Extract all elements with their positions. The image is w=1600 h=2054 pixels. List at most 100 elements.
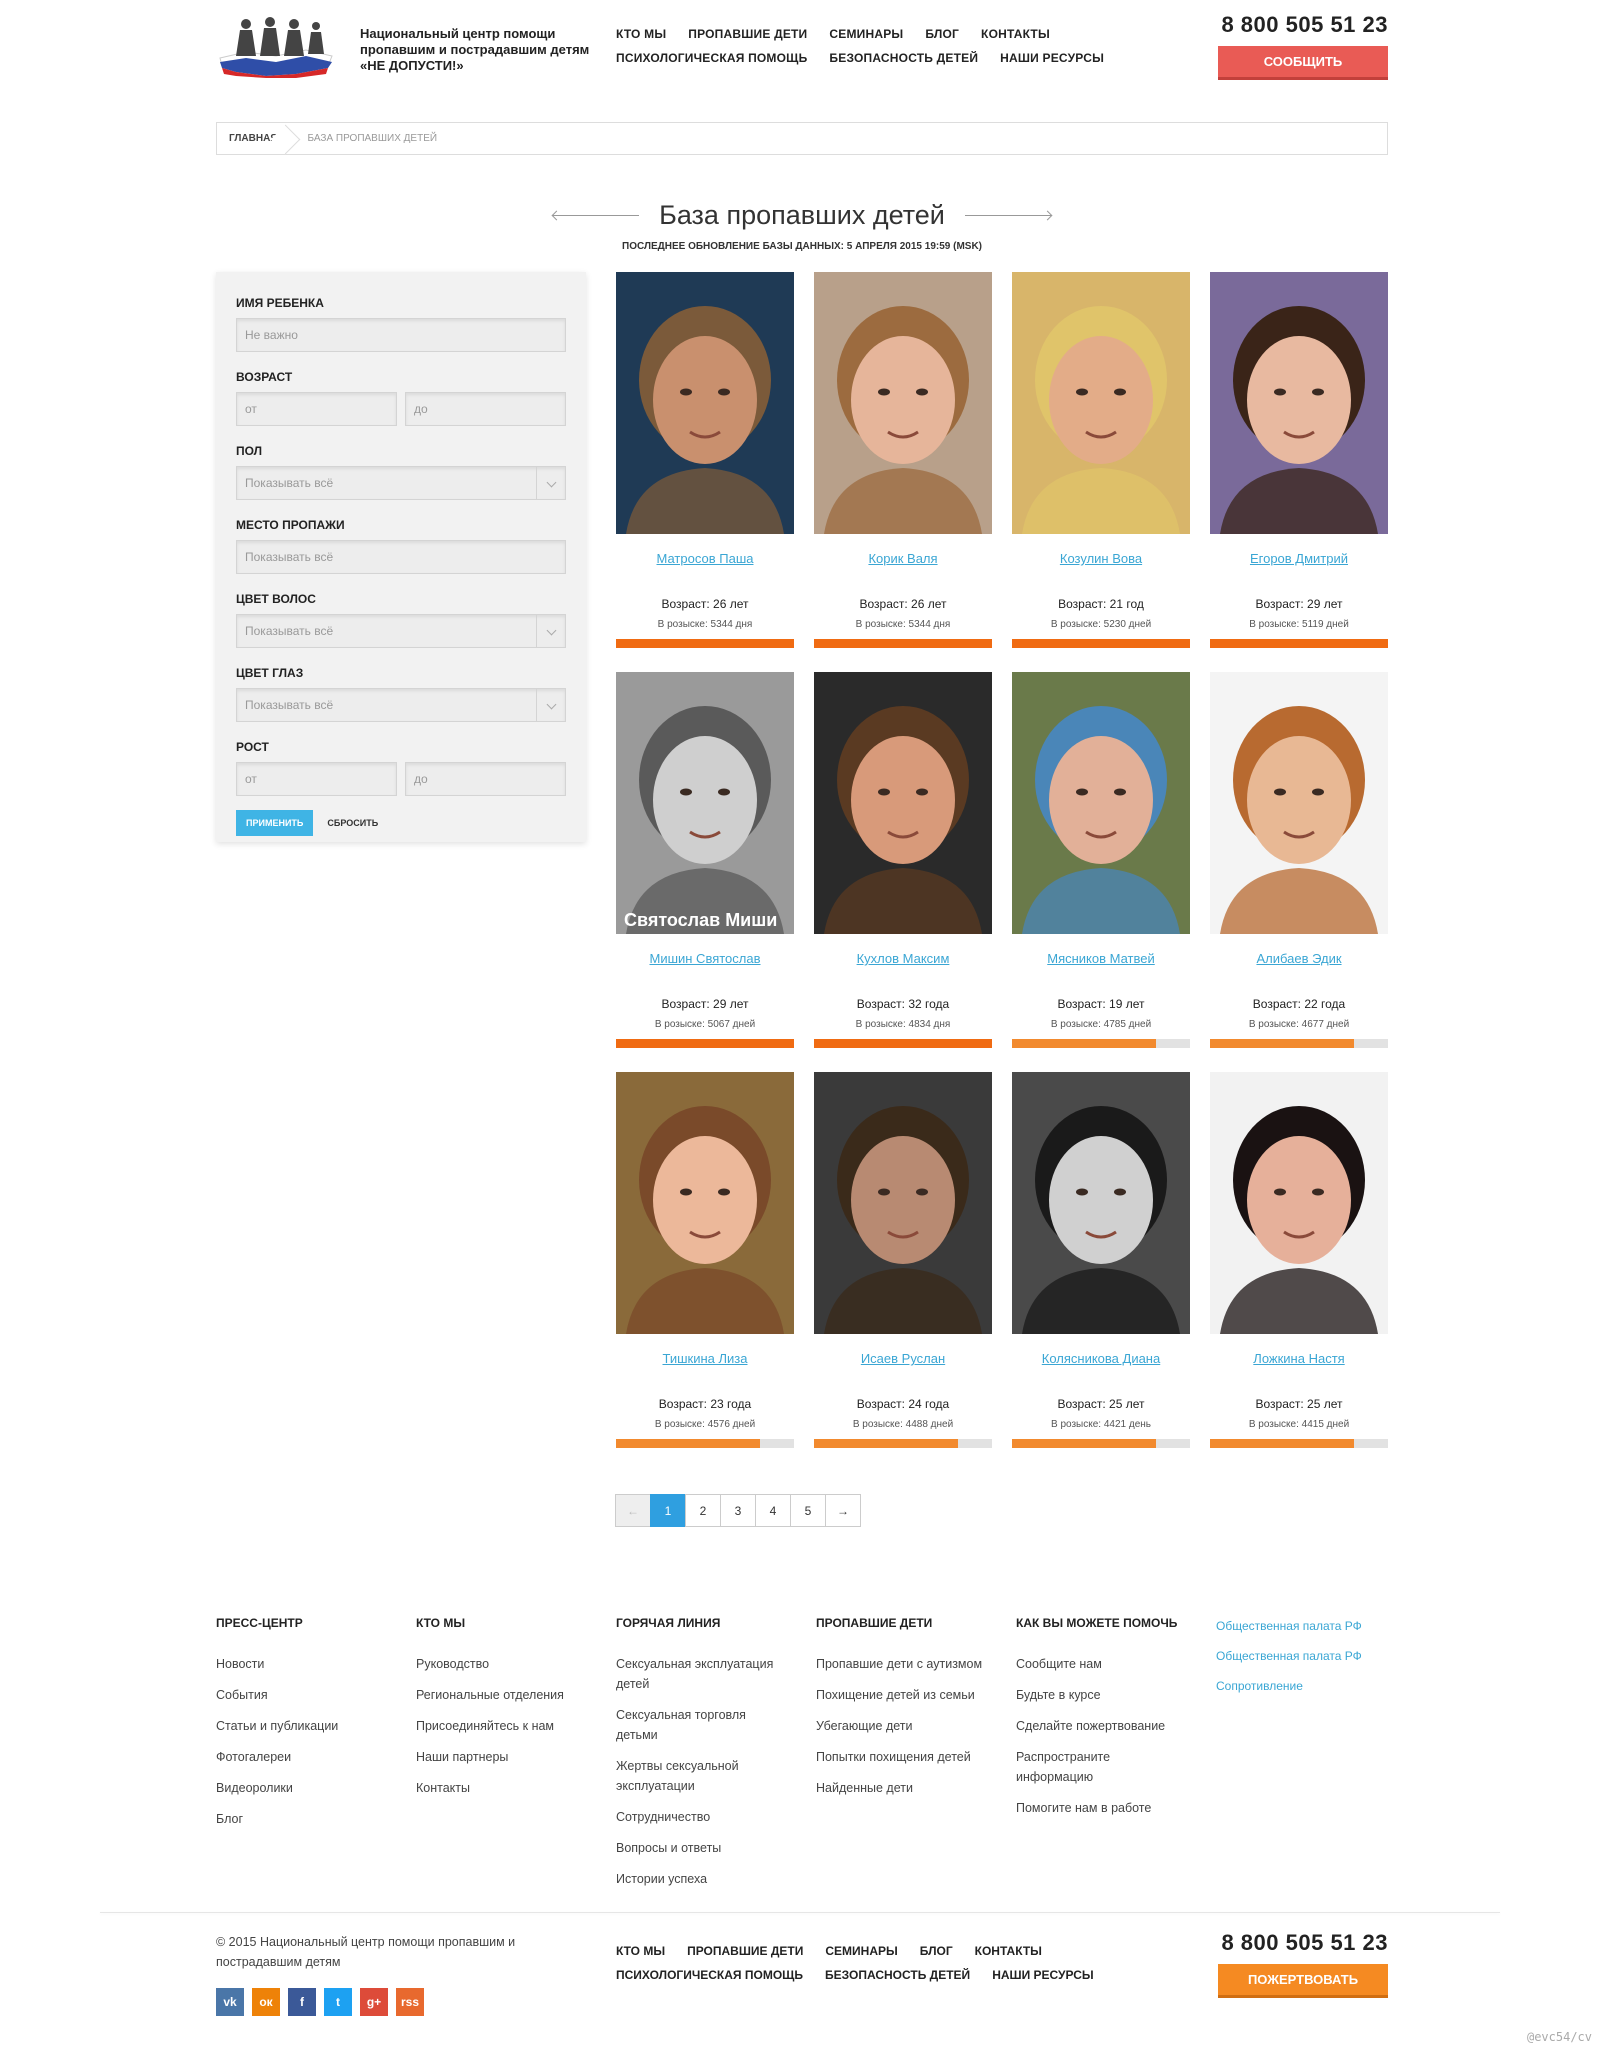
nav-seminars[interactable]: СЕМИНАРЫ — [829, 27, 903, 41]
pagination-page[interactable]: 3 — [720, 1494, 756, 1527]
breadcrumb-home[interactable]: ГЛАВНАЯ — [217, 123, 290, 154]
footer-link[interactable]: Сексуальная эксплуатация детей — [616, 1654, 786, 1694]
child-card[interactable]: Ложкина Настя Возраст: 25 лет В розыске: 4… — [1210, 1072, 1388, 1448]
child-photo[interactable] — [814, 672, 992, 934]
child-card[interactable]: Козулин Вова Возраст: 21 год В розыске: 52… — [1012, 272, 1190, 648]
nav-missing-children[interactable]: ПРОПАВШИЕ ДЕТИ — [687, 1944, 803, 1958]
nav-psychological-help[interactable]: ПСИХОЛОГИЧЕСКАЯ ПОМОЩЬ — [616, 51, 807, 65]
child-card[interactable]: Матросов Паша Возраст: 26 лет В розыске: 5… — [616, 272, 794, 648]
footer-link[interactable]: Блог — [216, 1809, 406, 1829]
child-name-link[interactable]: Матросов Паша — [616, 551, 794, 566]
child-name-input[interactable]: Не важно — [236, 318, 566, 352]
place-input[interactable]: Показывать всё — [236, 540, 566, 574]
footer-link[interactable]: Убегающие дети — [816, 1716, 996, 1736]
nav-missing-children[interactable]: ПРОПАВШИЕ ДЕТИ — [688, 27, 807, 41]
odnoklassniki-icon[interactable]: ок — [252, 1988, 280, 2016]
child-photo[interactable] — [616, 1072, 794, 1334]
footer-link[interactable]: Вопросы и ответы — [616, 1838, 786, 1858]
child-card[interactable]: Алибаев Эдик Возраст: 22 года В розыске: 4… — [1210, 672, 1388, 1048]
google-plus-icon[interactable]: g+ — [360, 1988, 388, 2016]
pagination-prev[interactable]: ← — [615, 1494, 651, 1527]
gender-select[interactable]: Показывать всё — [236, 466, 566, 500]
child-photo[interactable] — [814, 272, 992, 534]
nav-about[interactable]: КТО МЫ — [616, 1944, 665, 1958]
child-photo[interactable] — [1210, 672, 1388, 934]
child-card[interactable]: Кухлов Максим Возраст: 32 года В розыске: … — [814, 672, 992, 1048]
footer-link[interactable]: Фотогалереи — [216, 1747, 406, 1767]
height-from-input[interactable]: от — [236, 762, 397, 796]
footer-link[interactable]: Жертвы сексуальной эксплуатации — [616, 1756, 786, 1796]
child-photo[interactable] — [1012, 672, 1190, 934]
child-name-link[interactable]: Алибаев Эдик — [1210, 951, 1388, 966]
child-name-link[interactable]: Исаев Руслан — [814, 1351, 992, 1366]
child-name-link[interactable]: Корик Валя — [814, 551, 992, 566]
report-button[interactable]: СООБЩИТЬ — [1218, 46, 1388, 80]
child-card[interactable]: Мясников Матвей Возраст: 19 лет В розыске:… — [1012, 672, 1190, 1048]
height-to-input[interactable]: до — [405, 762, 566, 796]
footer-link[interactable]: Сексуальная торговля детьми — [616, 1705, 786, 1745]
footer-link[interactable]: Похищение детей из семьи — [816, 1685, 996, 1705]
nav-resources[interactable]: НАШИ РЕСУРСЫ — [992, 1968, 1093, 1982]
pagination-next[interactable]: → — [825, 1494, 861, 1527]
child-photo[interactable] — [1210, 272, 1388, 534]
footer-link[interactable]: Наши партнеры — [416, 1747, 606, 1767]
nav-about[interactable]: КТО МЫ — [616, 27, 666, 41]
child-name-link[interactable]: Колясникова Диана — [1012, 1351, 1190, 1366]
child-photo[interactable]: Святослав Миши — [616, 672, 794, 934]
age-to-input[interactable]: до — [405, 392, 566, 426]
nav-blog[interactable]: БЛОГ — [925, 27, 959, 41]
vk-icon[interactable]: vk — [216, 1988, 244, 2016]
apply-filter-button[interactable]: ПРИМЕНИТЬ — [236, 810, 314, 836]
footer-link[interactable]: Будьте в курсе — [1016, 1685, 1186, 1705]
footer-link[interactable]: Сделайте пожертвование — [1016, 1716, 1186, 1736]
badge-public-chamber-image[interactable]: Общественная палата РФ — [1216, 1616, 1388, 1636]
nav-seminars[interactable]: СЕМИНАРЫ — [825, 1944, 897, 1958]
child-name-link[interactable]: Тишкина Лиза — [616, 1351, 794, 1366]
child-photo[interactable] — [1210, 1072, 1388, 1334]
facebook-icon[interactable]: f — [288, 1988, 316, 2016]
footer-link[interactable]: Помогите нам в работе — [1016, 1798, 1186, 1818]
twitter-icon[interactable]: t — [324, 1988, 352, 2016]
footer-link[interactable]: Распространите информацию — [1016, 1747, 1186, 1787]
pagination-page[interactable]: 4 — [755, 1494, 791, 1527]
hair-color-select[interactable]: Показывать всё — [236, 614, 566, 648]
child-card[interactable]: Святослав Миши Мишин Святослав Возраст: 29… — [616, 672, 794, 1048]
footer-link[interactable]: Присоединяйтесь к нам — [416, 1716, 606, 1736]
child-name-link[interactable]: Козулин Вова — [1012, 551, 1190, 566]
reset-filter-button[interactable]: СБРОСИТЬ — [327, 818, 378, 828]
child-name-link[interactable]: Кухлов Максим — [814, 951, 992, 966]
footer-link[interactable]: Попытки похищения детей — [816, 1747, 996, 1767]
footer-link[interactable]: Региональные отделения — [416, 1685, 606, 1705]
age-from-input[interactable]: от — [236, 392, 397, 426]
child-card[interactable]: Егоров Дмитрий Возраст: 29 лет В розыске: … — [1210, 272, 1388, 648]
nav-contacts[interactable]: КОНТАКТЫ — [981, 27, 1050, 41]
footer-link[interactable]: Видеоролики — [216, 1778, 406, 1798]
pagination-page[interactable]: 5 — [790, 1494, 826, 1527]
child-name-link[interactable]: Егоров Дмитрий — [1210, 551, 1388, 566]
eye-color-select[interactable]: Показывать всё — [236, 688, 566, 722]
nav-blog[interactable]: БЛОГ — [920, 1944, 953, 1958]
child-name-link[interactable]: Мишин Святослав — [616, 951, 794, 966]
footer-link[interactable]: События — [216, 1685, 406, 1705]
nav-resources[interactable]: НАШИ РЕСУРСЫ — [1000, 51, 1104, 65]
donate-button[interactable]: ПОЖЕРТВОВАТЬ — [1218, 1964, 1388, 1998]
badge-resistance-image[interactable]: Сопротивление — [1216, 1676, 1388, 1696]
nav-child-safety[interactable]: БЕЗОПАСНОСТЬ ДЕТЕЙ — [825, 1968, 970, 1982]
nav-psychological-help[interactable]: ПСИХОЛОГИЧЕСКАЯ ПОМОЩЬ — [616, 1968, 803, 1982]
footer-link[interactable]: Найденные дети — [816, 1778, 996, 1798]
child-card[interactable]: Корик Валя Возраст: 26 лет В розыске: 5344… — [814, 272, 992, 648]
child-photo[interactable] — [616, 272, 794, 534]
badge-public-chamber-image[interactable]: Общественная палата РФ — [1216, 1646, 1388, 1666]
child-card[interactable]: Тишкина Лиза Возраст: 23 года В розыске: 4… — [616, 1072, 794, 1448]
footer-link[interactable]: Пропавшие дети с аутизмом — [816, 1654, 996, 1674]
footer-link[interactable]: Статьи и публикации — [216, 1716, 406, 1736]
logo-icon[interactable] — [216, 16, 336, 78]
footer-link[interactable]: Новости — [216, 1654, 406, 1674]
footer-link[interactable]: Сотрудничество — [616, 1807, 786, 1827]
pagination-page[interactable]: 2 — [685, 1494, 721, 1527]
child-name-link[interactable]: Мясников Матвей — [1012, 951, 1190, 966]
footer-link[interactable]: Сообщите нам — [1016, 1654, 1186, 1674]
child-photo[interactable] — [1012, 272, 1190, 534]
footer-link[interactable]: Руководство — [416, 1654, 606, 1674]
rss-icon[interactable]: rss — [396, 1988, 424, 2016]
